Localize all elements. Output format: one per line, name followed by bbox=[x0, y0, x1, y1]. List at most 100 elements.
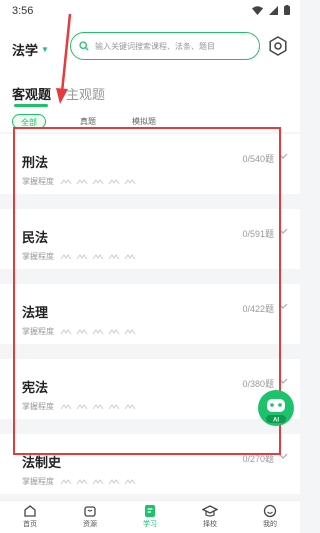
mastery-row: 掌握程度 bbox=[22, 401, 136, 412]
mastery-stars bbox=[60, 403, 136, 410]
question-count: 0/540题 bbox=[242, 154, 274, 164]
nav-home[interactable]: 首页 bbox=[0, 501, 60, 533]
chevron-down-icon bbox=[278, 228, 288, 234]
mastery-mark-icon bbox=[92, 253, 104, 259]
nav-label: 我的 bbox=[263, 521, 277, 528]
chevron-down-icon bbox=[278, 153, 288, 159]
subject-card[interactable]: 刑法 0/540题 掌握程度 bbox=[0, 134, 300, 194]
mastery-label: 掌握程度 bbox=[22, 252, 54, 261]
caret-down-icon: ▼ bbox=[41, 45, 49, 54]
nav-profile[interactable]: 我的 bbox=[240, 501, 300, 533]
face-icon bbox=[263, 504, 277, 518]
mastery-mark-icon bbox=[92, 178, 104, 184]
tab-subjective[interactable]: 主观题 bbox=[66, 84, 105, 103]
status-bar: 3:56 bbox=[0, 0, 300, 24]
mastery-mark-icon bbox=[76, 478, 88, 484]
status-icons bbox=[252, 5, 290, 15]
subject-card[interactable]: 民法 0/591题 掌握程度 bbox=[0, 209, 300, 269]
graduation-cap-icon bbox=[202, 505, 218, 517]
mastery-stars bbox=[60, 253, 136, 260]
subject-selector[interactable]: 法学 ▼ bbox=[12, 40, 49, 59]
nav-school[interactable]: 择校 bbox=[180, 501, 240, 533]
filter-real[interactable]: 真题 bbox=[70, 114, 106, 129]
wifi-icon bbox=[252, 5, 263, 15]
ai-robot-icon: AI bbox=[258, 390, 294, 426]
subject-list: 刑法 0/540题 掌握程度 民法 0/591题 掌握程度 法理 0/422题 … bbox=[0, 134, 300, 509]
chevron-down-icon bbox=[278, 303, 288, 309]
filter-all[interactable]: 全部 bbox=[12, 114, 46, 129]
mastery-mark-icon bbox=[108, 478, 120, 484]
mastery-label: 掌握程度 bbox=[22, 402, 54, 411]
mastery-row: 掌握程度 bbox=[22, 326, 136, 337]
mastery-mark-icon bbox=[92, 328, 104, 334]
mastery-row: 掌握程度 bbox=[22, 176, 136, 187]
signal-icon bbox=[269, 5, 278, 15]
mastery-mark-icon bbox=[124, 178, 136, 184]
mastery-label: 掌握程度 bbox=[22, 477, 54, 486]
mastery-mark-icon bbox=[108, 403, 120, 409]
mastery-mark-icon bbox=[92, 403, 104, 409]
tab-objective[interactable]: 客观题 bbox=[12, 84, 51, 103]
mastery-mark-icon bbox=[124, 478, 136, 484]
chevron-down-icon bbox=[278, 378, 288, 384]
mastery-mark-icon bbox=[108, 178, 120, 184]
mastery-row: 掌握程度 bbox=[22, 251, 136, 262]
mastery-label: 掌握程度 bbox=[22, 327, 54, 336]
mastery-mark-icon bbox=[76, 403, 88, 409]
mastery-mark-icon bbox=[108, 253, 120, 259]
subject-title: 法理 bbox=[22, 305, 49, 320]
question-type-tabs: 客观题 主观题 bbox=[0, 74, 300, 110]
nav-label: 学习 bbox=[143, 521, 157, 528]
mastery-mark-icon bbox=[76, 178, 88, 184]
filter-mock[interactable]: 模拟题 bbox=[124, 114, 164, 129]
subject-card[interactable]: 法理 0/422题 掌握程度 bbox=[0, 284, 300, 344]
question-count: 0/591题 bbox=[242, 229, 274, 239]
tab-underline bbox=[14, 104, 48, 107]
search-input[interactable] bbox=[93, 40, 252, 52]
search-box[interactable] bbox=[70, 32, 260, 60]
subject-title: 刑法 bbox=[22, 155, 49, 170]
subject-title: 宪法 bbox=[22, 380, 49, 395]
subject-card[interactable]: 宪法 0/380题 掌握程度 bbox=[0, 359, 300, 419]
mastery-label: 掌握程度 bbox=[22, 177, 54, 186]
chevron-down-icon bbox=[278, 453, 288, 459]
question-count: 0/422题 bbox=[242, 304, 274, 314]
search-icon bbox=[79, 41, 89, 51]
mastery-mark-icon bbox=[60, 478, 72, 484]
mastery-mark-icon bbox=[76, 328, 88, 334]
mastery-mark-icon bbox=[60, 253, 72, 259]
settings-icon[interactable] bbox=[268, 36, 288, 56]
subject-label: 法学 bbox=[12, 43, 39, 58]
subject-card[interactable]: 法制史 0/270题 掌握程度 bbox=[0, 434, 300, 494]
mastery-mark-icon bbox=[124, 328, 136, 334]
nav-label: 择校 bbox=[203, 521, 217, 528]
bottom-nav: 首页 资源 学习 择校 我的 bbox=[0, 500, 300, 533]
mastery-row: 掌握程度 bbox=[22, 476, 136, 487]
nav-resources[interactable]: 资源 bbox=[60, 501, 120, 533]
mastery-mark-icon bbox=[76, 253, 88, 259]
box-icon bbox=[84, 506, 96, 517]
status-time: 3:56 bbox=[12, 5, 34, 17]
ai-assistant-badge[interactable]: AI bbox=[256, 388, 296, 428]
battery-icon bbox=[284, 5, 290, 15]
mastery-stars bbox=[60, 328, 136, 335]
svg-text:AI: AI bbox=[273, 418, 279, 424]
nav-study[interactable]: 学习 bbox=[120, 501, 180, 533]
subject-title: 民法 bbox=[22, 230, 49, 245]
mastery-mark-icon bbox=[108, 328, 120, 334]
subject-title: 法制史 bbox=[22, 455, 62, 470]
mastery-stars bbox=[60, 478, 136, 485]
question-count: 0/270题 bbox=[242, 454, 274, 464]
mastery-mark-icon bbox=[60, 328, 72, 334]
mastery-mark-icon bbox=[124, 403, 136, 409]
mastery-stars bbox=[60, 178, 136, 185]
book-icon bbox=[145, 505, 155, 517]
mastery-mark-icon bbox=[92, 478, 104, 484]
mastery-mark-icon bbox=[60, 403, 72, 409]
mastery-mark-icon bbox=[60, 178, 72, 184]
nav-label: 首页 bbox=[23, 521, 37, 528]
mastery-mark-icon bbox=[124, 253, 136, 259]
filter-bar: 全部 真题 模拟题 bbox=[0, 110, 300, 132]
header: 法学 ▼ bbox=[0, 24, 300, 74]
home-icon bbox=[24, 505, 36, 517]
